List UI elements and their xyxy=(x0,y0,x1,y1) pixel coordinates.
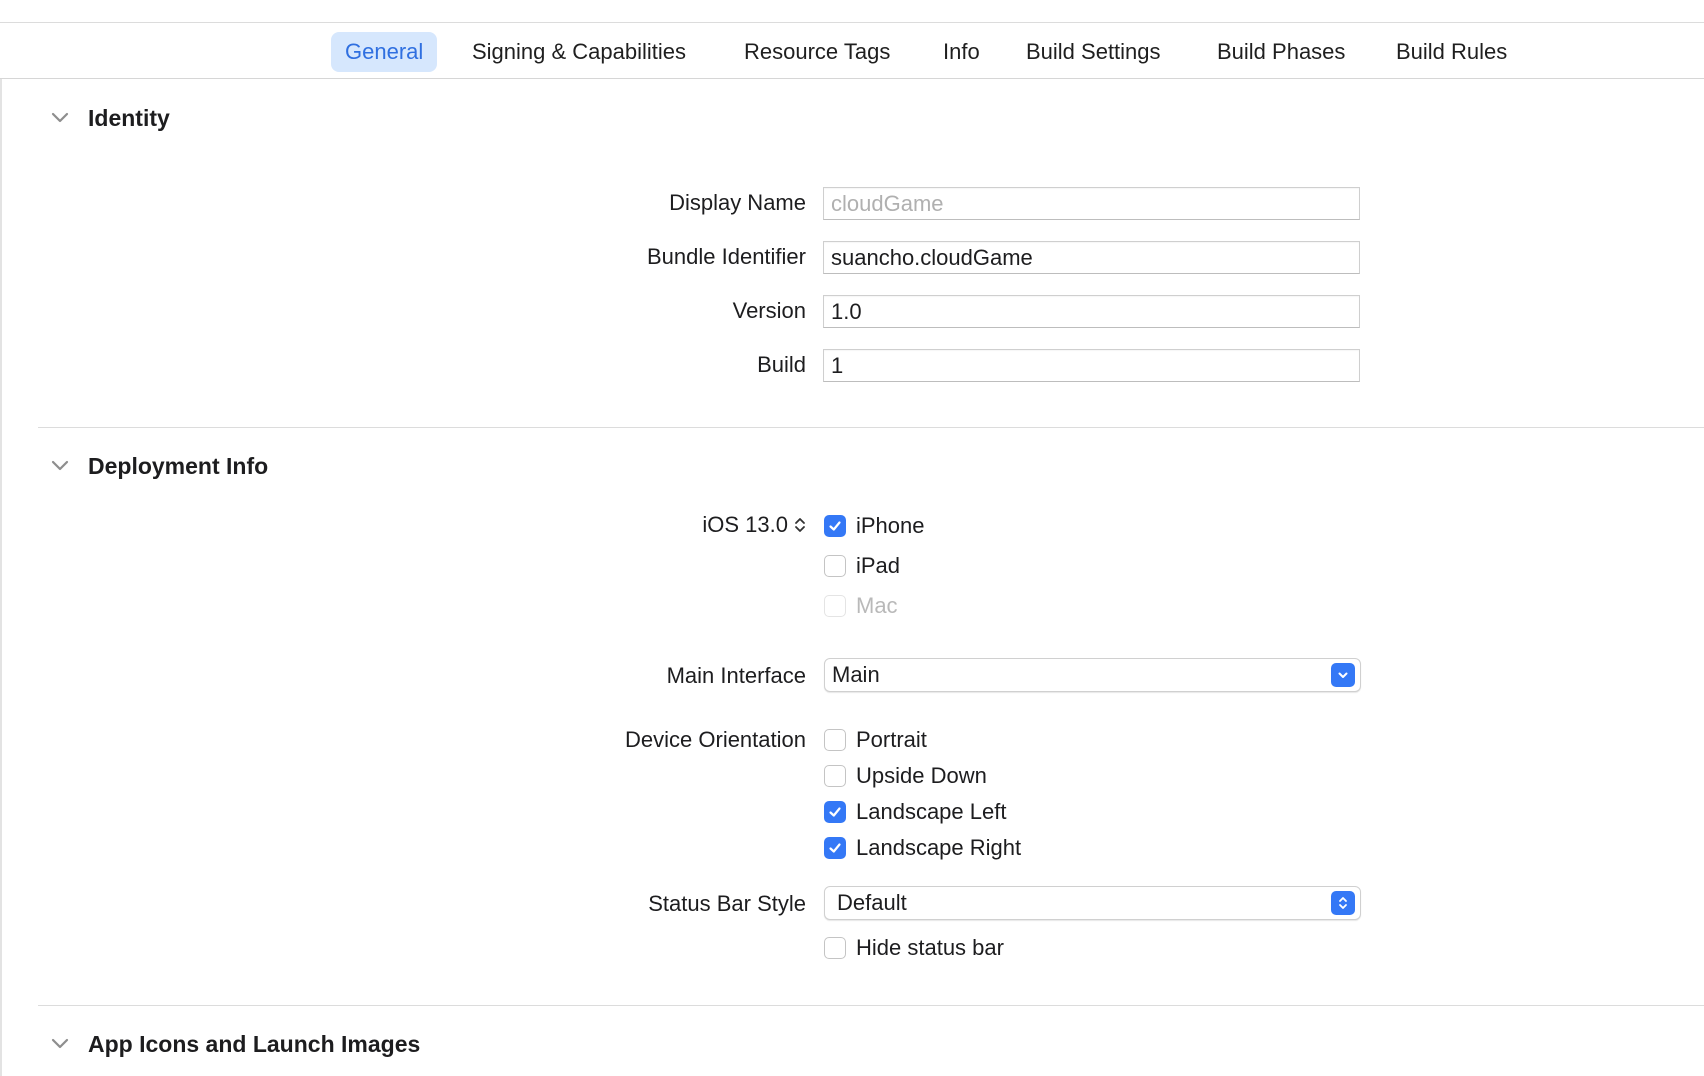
tab-signing-capabilities[interactable]: Signing & Capabilities xyxy=(458,32,700,72)
chevron-down-icon[interactable] xyxy=(48,454,72,478)
version-label: Version xyxy=(732,298,806,323)
bundle-identifier-input[interactable] xyxy=(824,242,1359,273)
status-bar-style-popup[interactable]: Default xyxy=(824,886,1361,920)
portrait-checkbox[interactable] xyxy=(824,729,846,751)
upside-down-label: Upside Down xyxy=(856,763,987,788)
bundle-identifier-field[interactable] xyxy=(823,241,1360,274)
tab-build-settings[interactable]: Build Settings xyxy=(1012,32,1175,72)
tab-general[interactable]: General xyxy=(331,32,438,72)
up-down-chevron-icon xyxy=(795,518,805,532)
status-bar-style-label: Status Bar Style xyxy=(648,891,806,916)
section-divider xyxy=(38,427,1704,428)
build-field[interactable] xyxy=(823,349,1360,382)
tab-build-phases[interactable]: Build Phases xyxy=(1203,32,1359,72)
orientation-upside-down-row[interactable]: Upside Down xyxy=(824,762,987,790)
main-interface-value[interactable]: Main xyxy=(825,662,1331,688)
status-bar-style-value: Default xyxy=(837,890,907,915)
hide-status-bar-label: Hide status bar xyxy=(856,935,1004,960)
section-divider xyxy=(38,1005,1704,1006)
device-orientation-label: Device Orientation xyxy=(625,727,806,752)
display-name-input[interactable] xyxy=(824,188,1359,219)
hide-status-bar-row[interactable]: Hide status bar xyxy=(824,934,1004,962)
up-down-chevron-icon xyxy=(1339,897,1347,909)
landscape-left-label: Landscape Left xyxy=(856,799,1007,824)
app-icons-section-header[interactable]: App Icons and Launch Images xyxy=(48,1027,420,1061)
chevron-down-icon[interactable] xyxy=(48,1032,72,1056)
chevron-down-icon xyxy=(1338,672,1348,678)
bundle-identifier-label: Bundle Identifier xyxy=(647,244,806,269)
device-mac-row: Mac xyxy=(824,592,898,620)
ipad-label: iPad xyxy=(856,553,901,578)
status-bar-style-stepper-button[interactable] xyxy=(1331,891,1355,915)
device-ipad-row[interactable]: iPad xyxy=(824,552,900,580)
left-edge xyxy=(0,79,2,1076)
checkmark-icon xyxy=(829,843,841,853)
app-icons-section-title: App Icons and Launch Images xyxy=(88,1030,421,1057)
tab-build-rules[interactable]: Build Rules xyxy=(1382,32,1521,72)
device-iphone-row[interactable]: iPhone xyxy=(824,512,925,540)
landscape-left-checkbox[interactable] xyxy=(824,801,846,823)
deployment-section-title: Deployment Info xyxy=(88,452,269,479)
tab-bar-divider xyxy=(0,78,1704,79)
hide-status-bar-checkbox[interactable] xyxy=(824,937,846,959)
build-label: Build xyxy=(757,352,806,377)
ipad-checkbox[interactable] xyxy=(824,555,846,577)
checkmark-icon xyxy=(829,807,841,817)
main-interface-combobox[interactable]: Main xyxy=(824,658,1361,692)
deployment-section-header[interactable]: Deployment Info xyxy=(48,449,268,483)
portrait-label: Portrait xyxy=(856,727,927,752)
upside-down-checkbox[interactable] xyxy=(824,765,846,787)
version-input[interactable] xyxy=(824,296,1359,327)
orientation-landscape-left-row[interactable]: Landscape Left xyxy=(824,798,1006,826)
mac-checkbox xyxy=(824,595,846,617)
iphone-label: iPhone xyxy=(856,513,925,538)
chevron-down-icon[interactable] xyxy=(48,106,72,130)
identity-section-header[interactable]: Identity xyxy=(48,101,170,135)
main-interface-dropdown-button[interactable] xyxy=(1331,663,1355,687)
identity-section-title: Identity xyxy=(88,104,170,131)
editor-tab-bar: General Signing & Capabilities Resource … xyxy=(0,23,1704,78)
orientation-portrait-row[interactable]: Portrait xyxy=(824,726,927,754)
display-name-label: Display Name xyxy=(669,190,806,215)
checkmark-icon xyxy=(829,521,841,531)
orientation-landscape-right-row[interactable]: Landscape Right xyxy=(824,834,1021,862)
landscape-right-checkbox[interactable] xyxy=(824,837,846,859)
version-field[interactable] xyxy=(823,295,1360,328)
iphone-checkbox[interactable] xyxy=(824,515,846,537)
tab-info[interactable]: Info xyxy=(929,32,994,72)
build-input[interactable] xyxy=(824,350,1359,381)
main-interface-label: Main Interface xyxy=(666,663,806,688)
ios-version-label: iOS 13.0 xyxy=(702,512,788,537)
ios-version-popup[interactable]: iOS 13.0 xyxy=(702,512,806,538)
tab-resource-tags[interactable]: Resource Tags xyxy=(730,32,904,72)
display-name-field[interactable] xyxy=(823,187,1360,220)
mac-label: Mac xyxy=(856,593,898,618)
landscape-right-label: Landscape Right xyxy=(856,835,1022,860)
